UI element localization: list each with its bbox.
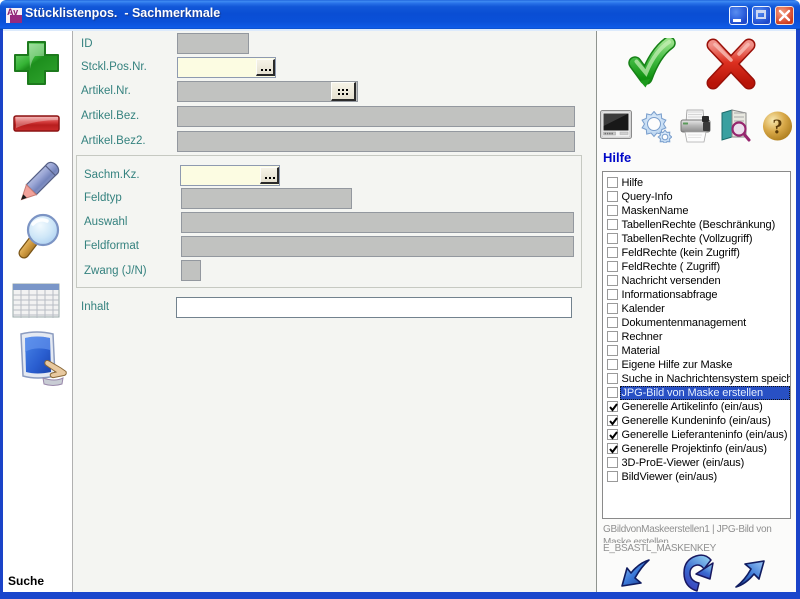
svg-text:?: ? xyxy=(772,117,782,139)
